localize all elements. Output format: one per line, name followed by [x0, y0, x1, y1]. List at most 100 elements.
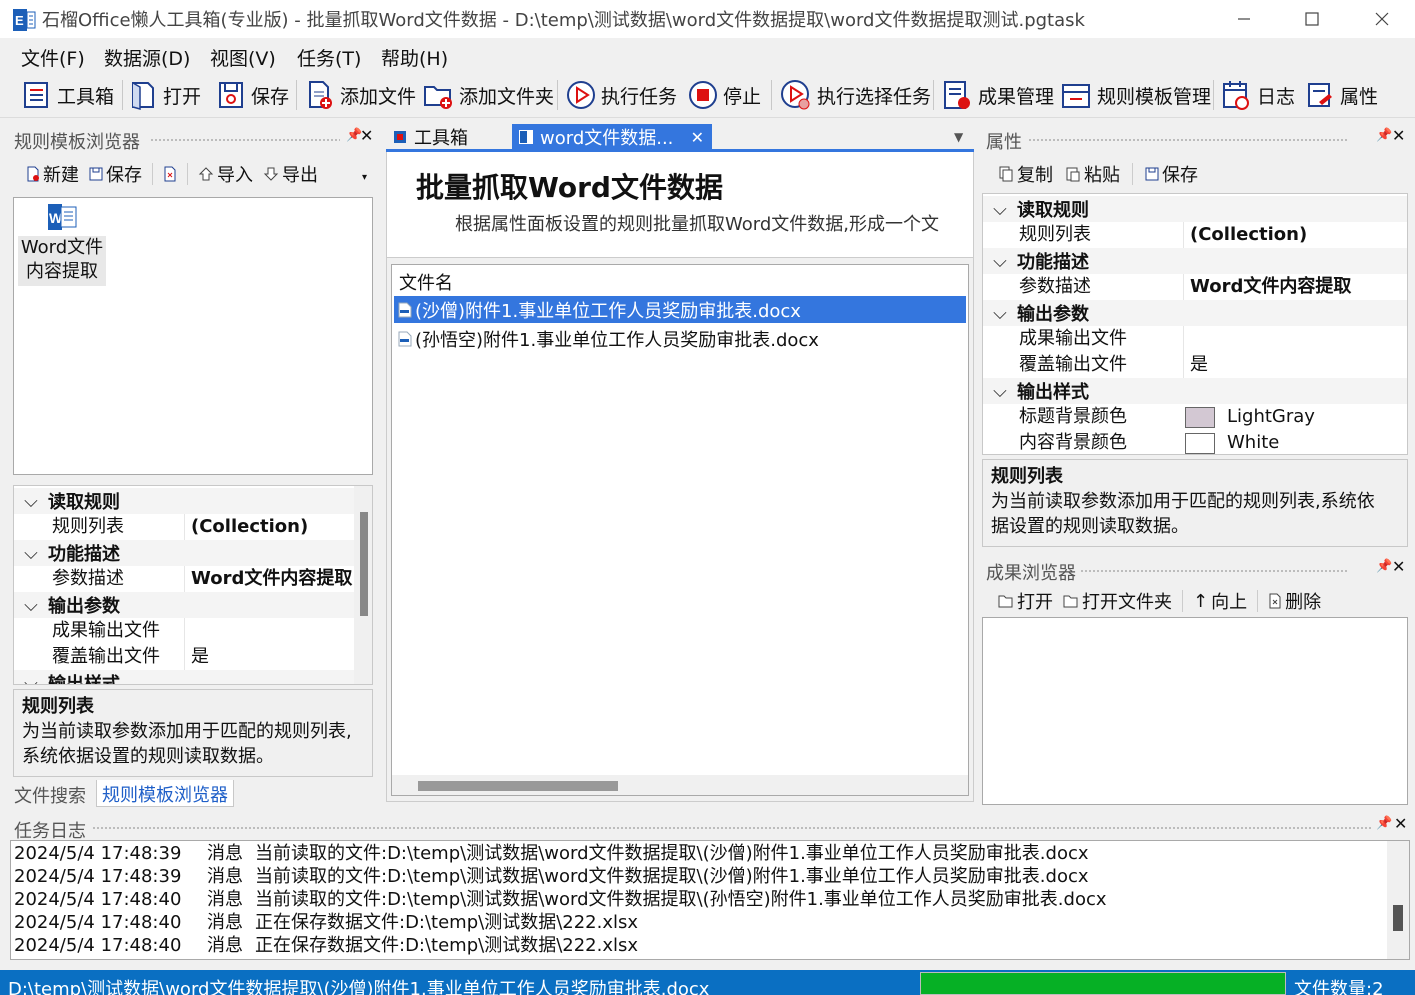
toolbar-separator — [1182, 590, 1183, 612]
prop-paste-button[interactable]: 粘贴 — [1065, 161, 1120, 187]
results-delete-button[interactable]: 删除 — [1268, 588, 1321, 614]
file-list: 文件名 (沙僧)附件1.事业单位工作人员奖励审批表.docx (孙悟空)附件1.… — [391, 264, 969, 796]
close-window-button[interactable] — [1359, 0, 1405, 38]
property-title-bg-color[interactable]: 标题背景颜色 LightGray — [983, 404, 1407, 430]
tab-close-icon[interactable]: ✕ — [691, 128, 704, 147]
pin-icon[interactable]: 📌 — [1376, 816, 1392, 831]
category-description[interactable]: ⌵ 功能描述 — [14, 540, 372, 566]
panel-close-icon[interactable]: ✕ — [1394, 814, 1407, 833]
property-content-bg-color[interactable]: 内容背景颜色 White — [983, 430, 1407, 454]
results-open-button[interactable]: 打开 — [998, 588, 1053, 614]
run-task-button[interactable]: 执行任务 — [566, 76, 677, 114]
pin-icon[interactable]: 📌 — [1376, 128, 1392, 143]
color-swatch-title — [1185, 407, 1215, 428]
prop-copy-button[interactable]: 复制 — [998, 161, 1053, 187]
toolbox-button[interactable]: 工具箱 — [20, 76, 114, 114]
scrollbar-thumb[interactable] — [1393, 905, 1403, 931]
template-item-word-extract[interactable]: Word文件 内容提取 — [18, 236, 106, 286]
property-output-file[interactable]: 成果输出文件 — [14, 618, 372, 644]
file-row[interactable]: (沙僧)附件1.事业单位工作人员奖励审批表.docx — [394, 296, 966, 323]
category-output-params[interactable]: ⌵ 输出参数 — [983, 300, 1407, 326]
template-save-button[interactable]: 保存 — [89, 161, 142, 187]
panel-close-icon[interactable]: ✕ — [1392, 557, 1405, 576]
chevron-down-icon: ⌵ — [993, 198, 1007, 220]
property-rule-list[interactable]: 规则列表 (Collection) — [14, 514, 372, 540]
tab-template-browser[interactable]: 规则模板浏览器 — [96, 780, 234, 807]
menu-help[interactable]: 帮助(H) — [381, 44, 448, 71]
pin-icon[interactable]: 📌 — [1376, 559, 1392, 574]
run-selected-button[interactable]: 执行选择任务 — [780, 76, 931, 114]
category-read-rules[interactable]: ⌵ 读取规则 — [14, 488, 372, 514]
column-header-filename[interactable]: 文件名 — [399, 269, 453, 295]
log-text: 当前读取的文件:D:\temp\测试数据\word文件数据提取\(沙僧)附件1.… — [255, 866, 1089, 887]
category-output-style[interactable]: ⌵ 输出样式 — [983, 378, 1407, 404]
save-label: 保存 — [251, 85, 290, 108]
category-output-style[interactable]: ⌵ 输出样式 — [14, 670, 372, 684]
property-overwrite[interactable]: 覆盖输出文件是 — [14, 644, 372, 670]
copy-icon — [999, 166, 1013, 182]
property-rule-list[interactable]: 规则列表 (Collection) — [983, 222, 1407, 248]
tab-word-extract[interactable]: word文件数据... ✕ — [512, 124, 712, 150]
add-file-button[interactable]: 添加文件 — [305, 76, 416, 114]
property-output-file[interactable]: 成果输出文件 — [983, 326, 1407, 352]
minimize-button[interactable] — [1221, 0, 1267, 38]
toolbar-separator — [187, 163, 188, 185]
results-button[interactable]: 成果管理 — [941, 76, 1054, 114]
log-row[interactable]: 2024/5/4 17:48:39 消息 当前读取的文件:D:\temp\测试数据\… — [14, 865, 1089, 888]
property-grid-scrollbar[interactable] — [354, 486, 372, 684]
template-import-button[interactable]: 导入 — [198, 161, 253, 187]
toolbar-separator — [1213, 80, 1214, 110]
category-output-params[interactable]: ⌵ 输出参数 — [14, 592, 372, 618]
tab-file-search[interactable]: 文件搜索 — [14, 782, 86, 808]
save-button[interactable]: 保存 — [216, 76, 289, 114]
log-type: 消息 — [207, 912, 243, 933]
folder-open-icon — [998, 595, 1013, 608]
category-read-rules[interactable]: ⌵ 读取规则 — [983, 196, 1407, 222]
log-scrollbar[interactable] — [1387, 841, 1409, 959]
toolbar-separator — [933, 80, 934, 110]
properties-toolbar: 复制 粘贴 保存 — [998, 161, 1198, 187]
add-folder-button[interactable]: 添加文件夹 — [422, 76, 554, 114]
tab-list-dropdown-icon[interactable]: ▼ — [954, 130, 963, 144]
save-icon — [1145, 167, 1159, 181]
results-up-button[interactable]: ↑ 向上 — [1193, 588, 1247, 614]
menu-task[interactable]: 任务(T) — [297, 44, 361, 71]
progress-bar — [920, 972, 1286, 995]
results-open-folder-button[interactable]: 打开文件夹 — [1063, 588, 1172, 614]
category-description[interactable]: ⌵ 功能描述 — [983, 248, 1407, 274]
scrollbar-thumb[interactable] — [360, 512, 368, 616]
log-row[interactable]: 2024/5/4 17:48:40 消息 当前读取的文件:D:\temp\测试数据\… — [14, 888, 1107, 911]
status-path: D:\temp\测试数据\word文件数据提取\(沙僧)附件1.事业单位工作人员… — [8, 979, 710, 995]
desc-text-line1: 为当前读取参数添加用于匹配的规则列表,系统依 — [991, 491, 1375, 512]
log-row[interactable]: 2024/5/4 17:48:39 消息 当前读取的文件:D:\temp\测试数据\… — [14, 842, 1089, 865]
scrollbar-thumb[interactable] — [418, 781, 618, 791]
menu-view[interactable]: 视图(V) — [210, 44, 276, 71]
menu-datasource[interactable]: 数据源(D) — [104, 44, 190, 71]
log-row[interactable]: 2024/5/4 17:48:40 消息 正在保存数据文件:D:\temp\测试数据… — [14, 911, 638, 934]
templates-button[interactable]: 规则模板管理 — [1060, 76, 1211, 114]
menu-file[interactable]: 文件(F) — [21, 44, 85, 71]
stop-button[interactable]: 停止 — [688, 76, 761, 114]
log-row[interactable]: 2024/5/4 17:48:40 消息 正在保存数据文件:D:\temp\测试数据… — [14, 934, 638, 957]
log-type: 消息 — [207, 935, 243, 956]
properties-button[interactable]: 属性 — [1305, 76, 1378, 114]
panel-close-icon[interactable]: ✕ — [1392, 126, 1405, 145]
file-row[interactable]: (孙悟空)附件1.事业单位工作人员奖励审批表.docx — [394, 325, 966, 352]
maximize-button[interactable] — [1289, 0, 1335, 38]
log-button[interactable]: 日志 — [1220, 76, 1295, 114]
chevron-down-icon: ⌵ — [24, 542, 38, 564]
tab-toolbox[interactable]: 工具箱 — [392, 124, 468, 150]
paste-icon — [1066, 167, 1080, 182]
property-overwrite[interactable]: 覆盖输出文件是 — [983, 352, 1407, 378]
panel-close-icon[interactable]: ✕ — [360, 126, 373, 145]
prop-save-button[interactable]: 保存 — [1145, 161, 1198, 187]
template-delete-button[interactable] — [163, 166, 177, 182]
open-button[interactable]: 打开 — [128, 76, 201, 114]
template-export-button[interactable]: 导出 — [263, 161, 318, 187]
svg-text:E: E — [15, 13, 24, 28]
template-new-button[interactable]: 新建 — [26, 161, 79, 187]
toolbar-overflow-icon[interactable]: ▾ — [362, 172, 367, 183]
property-param-desc[interactable]: 参数描述 Word文件内容提取 — [14, 566, 372, 592]
file-list-hscrollbar[interactable] — [392, 775, 968, 795]
property-param-desc[interactable]: 参数描述 Word文件内容提取 — [983, 274, 1407, 300]
